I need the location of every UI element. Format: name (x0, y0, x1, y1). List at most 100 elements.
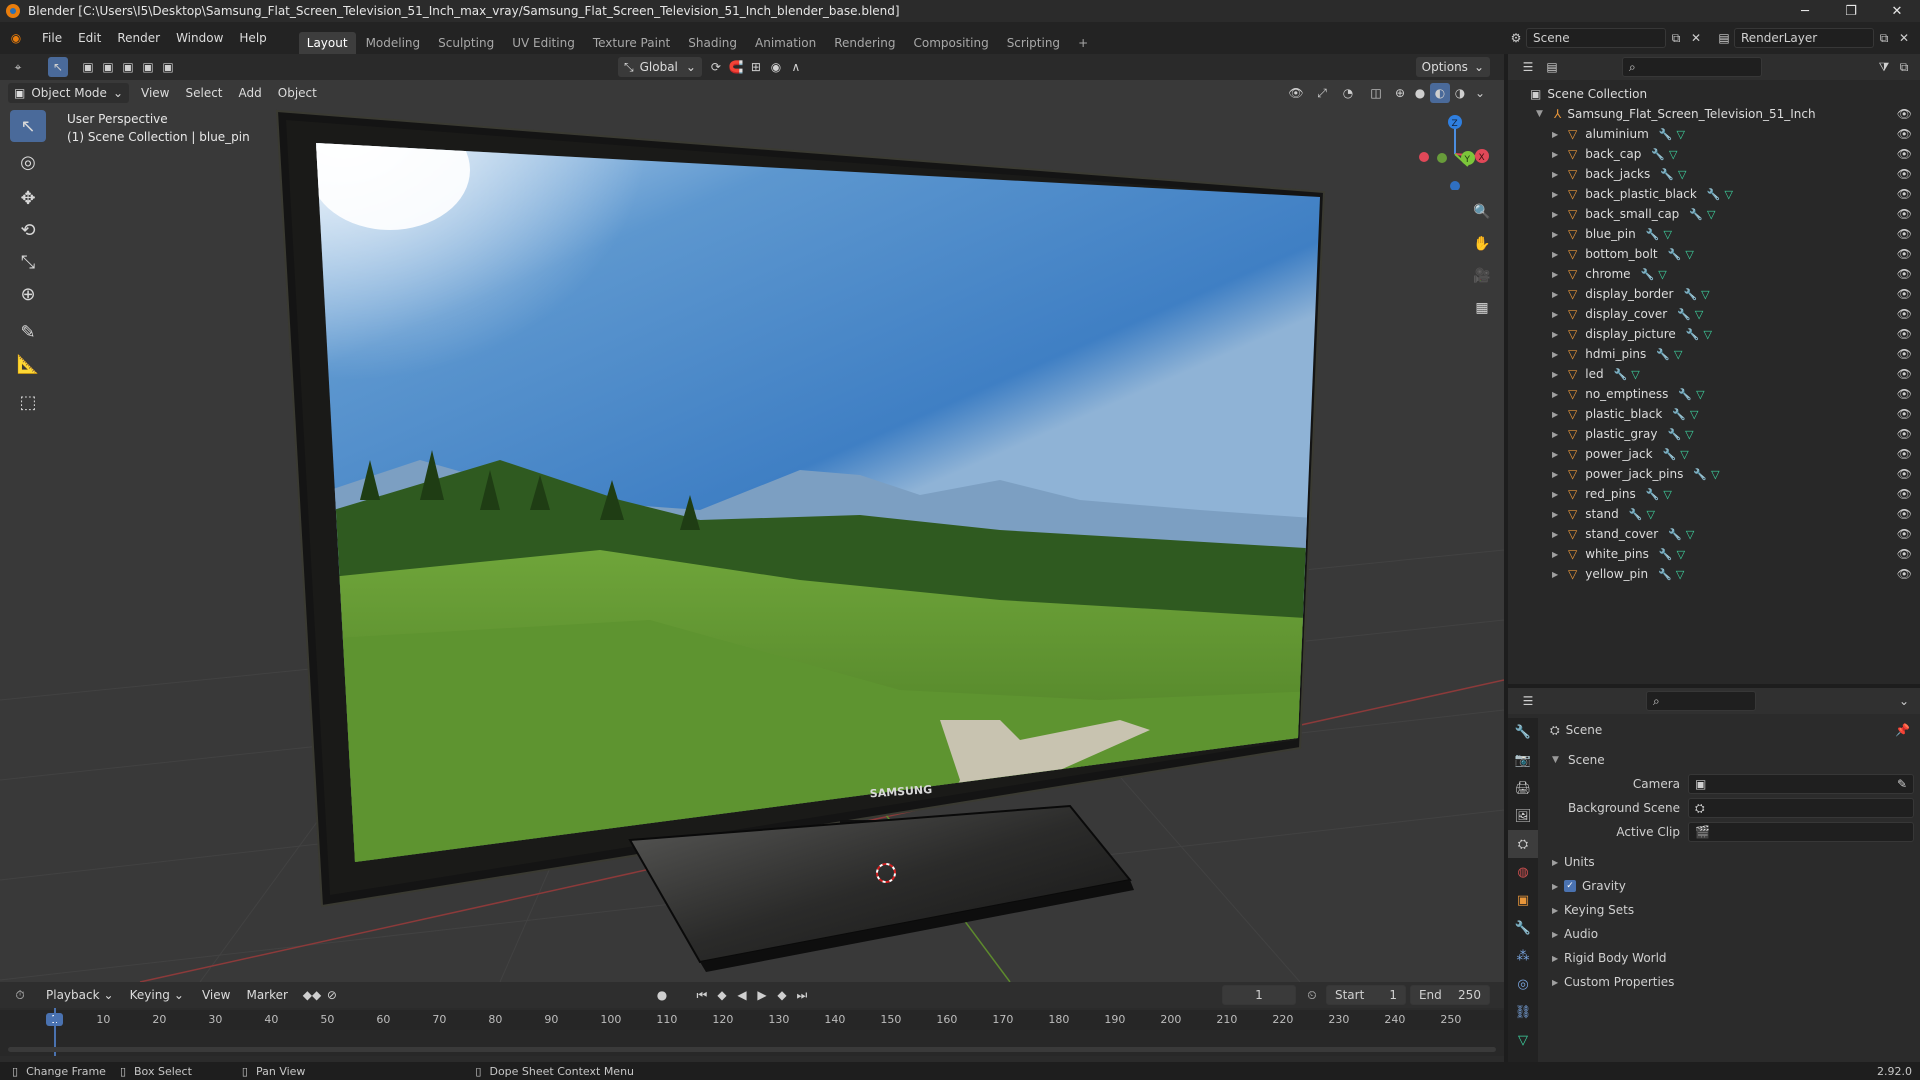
modifier-wrench-icon[interactable]: 🔧 (1689, 208, 1703, 221)
options-dropdown[interactable]: Options ⌄ (1415, 57, 1490, 77)
modifier-wrench-icon[interactable]: 🔧 (1656, 348, 1670, 361)
view-layer-tab-icon[interactable]: 🖼 (1508, 802, 1538, 830)
shading-options-icon[interactable]: ⌄ (1470, 83, 1490, 103)
outliner-object-row[interactable]: ▶ ▽ chrome 🔧 ▽ 👁 (1508, 264, 1920, 284)
expand-triangle-icon[interactable]: ▶ (1552, 230, 1564, 239)
proportional-edit-icon[interactable]: ◉ (766, 57, 786, 77)
eye-icon[interactable]: 👁 (1897, 507, 1912, 521)
outliner-object-row[interactable]: ▶ ▽ stand 🔧 ▽ 👁 (1508, 504, 1920, 524)
eye-icon[interactable]: 👁 (1897, 427, 1912, 441)
outliner-object-row[interactable]: ▶ ▽ back_cap 🔧 ▽ 👁 (1508, 144, 1920, 164)
timeline-view-menu[interactable]: View (194, 988, 238, 1002)
outliner-object-row[interactable]: ▶ ▽ back_plastic_black 🔧 ▽ 👁 (1508, 184, 1920, 204)
outliner-object-row[interactable]: ▶ ▽ blue_pin 🔧 ▽ 👁 (1508, 224, 1920, 244)
tab-rendering[interactable]: Rendering (826, 32, 903, 54)
jump-end-icon[interactable]: ⏭ (792, 985, 812, 1005)
mesh-data-icon[interactable]: ▽ (1690, 408, 1698, 421)
mesh-data-icon[interactable]: ▽ (1695, 308, 1703, 321)
background-scene-field[interactable]: ⛭ (1688, 798, 1914, 818)
scene-field[interactable]: Scene (1526, 28, 1666, 48)
expand-triangle-icon[interactable]: ▶ (1552, 510, 1564, 519)
add-workspace-icon[interactable]: + (1070, 32, 1096, 54)
tab-shading[interactable]: Shading (680, 32, 745, 54)
property-section-header[interactable]: ▶ ✓ Gravity (1542, 874, 1914, 898)
mesh-data-icon[interactable]: ▽ (1685, 248, 1693, 261)
eyedropper-icon[interactable]: ✎ (1897, 777, 1907, 791)
falloff-icon[interactable]: ∧ (786, 57, 806, 77)
outliner-object-row[interactable]: ▶ ▽ aluminium 🔧 ▽ 👁 (1508, 124, 1920, 144)
record-icon[interactable]: ● (652, 985, 672, 1005)
outliner-object-row[interactable]: ▶ ▽ bottom_bolt 🔧 ▽ 👁 (1508, 244, 1920, 264)
mesh-data-icon[interactable]: ▽ (1676, 568, 1684, 581)
render-tab-icon[interactable]: 📷 (1508, 746, 1538, 774)
new-scene-icon[interactable]: ⧉ (1666, 28, 1686, 48)
mesh-data-icon[interactable]: ▽ (1677, 128, 1685, 141)
mesh-data-icon[interactable]: ▽ (1674, 348, 1682, 361)
modifier-wrench-icon[interactable]: 🔧 (1672, 408, 1686, 421)
eye-icon[interactable]: 👁 (1897, 567, 1912, 581)
expand-triangle-icon[interactable]: ▶ (1552, 250, 1564, 259)
expand-triangle-icon[interactable]: ▶ (1552, 530, 1564, 539)
expand-triangle-icon[interactable]: ▶ (1552, 330, 1564, 339)
select-tool-icon[interactable]: ↖ (48, 57, 68, 77)
gizmo-neg-x[interactable] (1419, 152, 1429, 162)
eye-icon[interactable]: 👁 (1897, 487, 1912, 501)
end-frame-field[interactable]: End 250 (1409, 985, 1490, 1005)
eye-icon[interactable]: 👁 (1897, 207, 1912, 221)
expand-triangle-icon[interactable]: ▶ (1552, 570, 1564, 579)
mesh-data-icon[interactable]: ▽ (1703, 328, 1711, 341)
new-layer-icon[interactable]: ⧉ (1874, 28, 1894, 48)
modifier-wrench-icon[interactable]: 🔧 (1693, 468, 1707, 481)
timeline-editor-icon[interactable]: ⏱ (10, 985, 30, 1005)
tab-layout[interactable]: Layout (298, 32, 356, 54)
menu-file[interactable]: File (34, 31, 70, 45)
expand-triangle-icon[interactable]: ▶ (1552, 350, 1564, 359)
mesh-data-icon[interactable]: ▽ (1631, 368, 1639, 381)
menu-render[interactable]: Render (109, 31, 168, 45)
viewport-menu-view[interactable]: View (133, 86, 177, 100)
properties-editor-icon[interactable]: ☰ (1518, 691, 1538, 711)
outliner-object-row[interactable]: ▶ ▽ led 🔧 ▽ 👁 (1508, 364, 1920, 384)
scene-type-icon[interactable]: ⚙ (1506, 28, 1526, 48)
mesh-data-icon[interactable]: ▽ (1685, 428, 1693, 441)
menu-help[interactable]: Help (231, 31, 274, 45)
outliner-object-row[interactable]: ▶ ▽ red_pins 🔧 ▽ 👁 (1508, 484, 1920, 504)
tab-texture-paint[interactable]: Texture Paint (585, 32, 678, 54)
expand-triangle-icon[interactable]: ▶ (1552, 490, 1564, 499)
select-new-icon[interactable]: ▣ (78, 57, 98, 77)
visibility-icon[interactable]: 👁 (1286, 83, 1306, 103)
menu-window[interactable]: Window (168, 31, 231, 45)
outliner-object-row[interactable]: ▶ ▽ white_pins 🔧 ▽ 👁 (1508, 544, 1920, 564)
mesh-data-icon[interactable]: ▽ (1658, 268, 1666, 281)
transform-orientation-dropdown[interactable]: ⤡ Global ⌄ (618, 57, 702, 77)
collapse-triangle-icon[interactable]: ▼ (1536, 109, 1546, 119)
material-shading-icon[interactable]: ◐ (1430, 83, 1450, 103)
mesh-data-icon[interactable]: ▽ (1701, 288, 1709, 301)
modifier-wrench-icon[interactable]: 🔧 (1658, 568, 1672, 581)
eye-icon[interactable]: 👁 (1897, 367, 1912, 381)
mesh-data-icon[interactable]: ▽ (1707, 208, 1715, 221)
gravity-checkbox[interactable]: ✓ (1564, 880, 1576, 892)
tab-uv-editing[interactable]: UV Editing (504, 32, 583, 54)
start-frame-field[interactable]: Start 1 (1325, 985, 1406, 1005)
mesh-data-icon[interactable]: ▽ (1686, 528, 1694, 541)
rendered-shading-icon[interactable]: ◑ (1450, 83, 1470, 103)
modifier-wrench-icon[interactable]: 🔧 (1663, 448, 1677, 461)
expand-triangle-icon[interactable]: ▶ (1552, 410, 1564, 419)
minimize-button[interactable]: ─ (1782, 0, 1828, 22)
render-layer-icon[interactable]: ▤ (1714, 28, 1734, 48)
world-tab-icon[interactable]: ◍ (1508, 858, 1538, 886)
jump-keyframe-forward-icon[interactable]: ◆ (772, 985, 792, 1005)
property-section-header[interactable]: ▶ Rigid Body World (1542, 946, 1914, 970)
eye-icon[interactable]: 👁 (1897, 287, 1912, 301)
modifier-wrench-icon[interactable]: 🔧 (1707, 188, 1721, 201)
display-mode-icon[interactable]: ▤ (1542, 57, 1562, 77)
pivot-icon[interactable]: ⟳ (706, 57, 726, 77)
eye-icon[interactable]: 👁 (1897, 127, 1912, 141)
pan-hand-icon[interactable]: ✋ (1468, 230, 1496, 258)
modifier-wrench-icon[interactable]: 🔧 (1667, 428, 1681, 441)
keyframe-insert-icon[interactable]: ⊘ (322, 985, 342, 1005)
eye-icon[interactable]: 👁 (1897, 327, 1912, 341)
active-clip-field[interactable]: 🎬 (1688, 822, 1914, 842)
select-box-tool-icon[interactable]: ↖ (10, 110, 46, 142)
